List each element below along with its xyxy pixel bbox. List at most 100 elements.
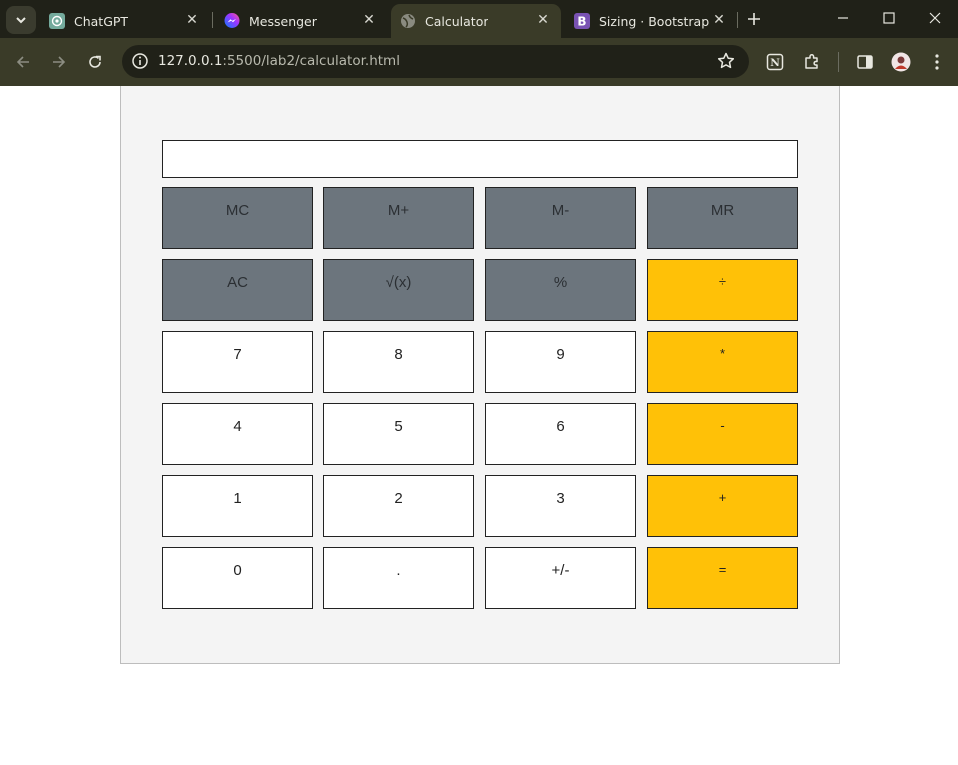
key-subtract[interactable]: - — [647, 403, 798, 465]
svg-text:B: B — [577, 15, 586, 29]
side-panel-icon[interactable] — [855, 52, 875, 72]
key-percent[interactable]: % — [485, 259, 636, 321]
url-text: 127.0.0.1:5500/lab2/calculator.html — [158, 53, 400, 69]
key-sqrt[interactable]: √(x) — [323, 259, 474, 321]
maximize-icon — [883, 12, 895, 24]
key-label: % — [553, 274, 568, 291]
key-label: - — [720, 418, 725, 433]
key-mr[interactable]: MR — [647, 187, 798, 249]
minimize-icon — [838, 17, 848, 19]
chevron-down-icon — [16, 17, 26, 24]
back-button[interactable] — [11, 50, 35, 74]
tab-divider — [212, 12, 213, 28]
url-host: 127.0.0.1 — [158, 53, 223, 69]
tab-calculator[interactable]: Calculator ✕ — [391, 4, 561, 38]
key-label: 6 — [556, 418, 565, 435]
browser-toolbar: 127.0.0.1:5500/lab2/calculator.html N — [0, 38, 958, 86]
key-label: + — [718, 490, 727, 505]
profile-avatar[interactable] — [891, 52, 911, 72]
tab-messenger[interactable]: Messenger ✕ — [215, 4, 387, 38]
key-2[interactable]: 2 — [323, 475, 474, 537]
minimize-button[interactable] — [820, 0, 866, 36]
key-label: * — [719, 346, 726, 361]
maximize-button[interactable] — [866, 0, 912, 36]
key-multiply[interactable]: * — [647, 331, 798, 393]
key-label: 1 — [233, 490, 242, 507]
tab-title: Messenger — [249, 13, 317, 29]
tab-chatgpt[interactable]: ChatGPT ✕ — [40, 4, 210, 38]
tab-search-button[interactable] — [6, 6, 36, 34]
chatgpt-icon — [49, 13, 65, 29]
key-label: +/- — [551, 562, 570, 579]
reload-button[interactable] — [83, 50, 107, 74]
menu-kebab-icon[interactable] — [927, 52, 947, 72]
notion-extension-icon[interactable]: N — [765, 52, 785, 72]
key-ac[interactable]: AC — [162, 259, 313, 321]
key-7[interactable]: 7 — [162, 331, 313, 393]
key-add[interactable]: + — [647, 475, 798, 537]
key-label: M+ — [387, 202, 410, 219]
page-viewport: MC M+ M- MR AC √(x) % ÷ 7 8 9 * 4 5 6 - … — [0, 86, 958, 765]
messenger-icon — [224, 13, 240, 29]
tab-bootstrap[interactable]: B Sizing · Bootstrap ✕ — [565, 4, 737, 38]
key-label: MC — [225, 202, 250, 219]
key-label: M- — [551, 202, 570, 219]
extensions-puzzle-icon[interactable] — [802, 52, 822, 72]
close-window-button[interactable] — [912, 0, 958, 36]
key-label: . — [396, 562, 401, 579]
arrow-right-icon — [53, 56, 66, 68]
key-label: = — [718, 562, 727, 577]
key-mc[interactable]: MC — [162, 187, 313, 249]
key-m-minus[interactable]: M- — [485, 187, 636, 249]
key-0[interactable]: 0 — [162, 547, 313, 609]
key-label: 9 — [556, 346, 565, 363]
plus-icon — [748, 13, 760, 25]
new-tab-button[interactable] — [743, 8, 765, 30]
bookmark-star-icon[interactable] — [717, 52, 735, 70]
close-icon[interactable]: ✕ — [184, 12, 200, 28]
key-divide[interactable]: ÷ — [647, 259, 798, 321]
calculator-panel: MC M+ M- MR AC √(x) % ÷ 7 8 9 * 4 5 6 - … — [120, 86, 840, 664]
key-9[interactable]: 9 — [485, 331, 636, 393]
close-icon[interactable]: ✕ — [535, 12, 551, 28]
key-6[interactable]: 6 — [485, 403, 636, 465]
toolbar-divider — [838, 52, 839, 72]
close-icon[interactable]: ✕ — [711, 12, 727, 28]
close-icon[interactable]: ✕ — [361, 12, 377, 28]
key-label: 7 — [233, 346, 242, 363]
arrow-left-icon — [16, 56, 29, 68]
key-3[interactable]: 3 — [485, 475, 636, 537]
tab-title: Sizing · Bootstrap — [599, 13, 710, 29]
key-equals[interactable]: = — [647, 547, 798, 609]
key-8[interactable]: 8 — [323, 331, 474, 393]
tab-title: Calculator — [425, 13, 489, 29]
key-label: 3 — [556, 490, 565, 507]
url-path: :5500/lab2/calculator.html — [222, 53, 400, 69]
bootstrap-icon: B — [574, 13, 590, 29]
key-label: 4 — [233, 418, 242, 435]
key-label: ÷ — [718, 274, 727, 289]
globe-icon — [400, 13, 416, 29]
tab-title: ChatGPT — [74, 13, 129, 29]
key-decimal[interactable]: . — [323, 547, 474, 609]
key-label: AC — [227, 274, 248, 291]
key-label: 5 — [394, 418, 403, 435]
key-label: 8 — [394, 346, 403, 363]
key-label: MR — [710, 202, 735, 219]
close-icon — [929, 12, 941, 24]
key-4[interactable]: 4 — [162, 403, 313, 465]
key-5[interactable]: 5 — [323, 403, 474, 465]
forward-button[interactable] — [47, 50, 71, 74]
key-negate[interactable]: +/- — [485, 547, 636, 609]
calculator-display[interactable] — [162, 140, 798, 178]
site-info-icon[interactable] — [131, 52, 149, 70]
key-label: 2 — [394, 490, 403, 507]
key-label: 0 — [233, 562, 242, 579]
address-bar[interactable]: 127.0.0.1:5500/lab2/calculator.html — [122, 45, 749, 78]
tab-strip: ChatGPT ✕ Messenger ✕ Calculator ✕ B Siz… — [0, 0, 958, 38]
tab-divider — [737, 12, 738, 28]
key-1[interactable]: 1 — [162, 475, 313, 537]
svg-text:N: N — [770, 57, 780, 69]
key-m-plus[interactable]: M+ — [323, 187, 474, 249]
key-label: √(x) — [385, 274, 412, 291]
